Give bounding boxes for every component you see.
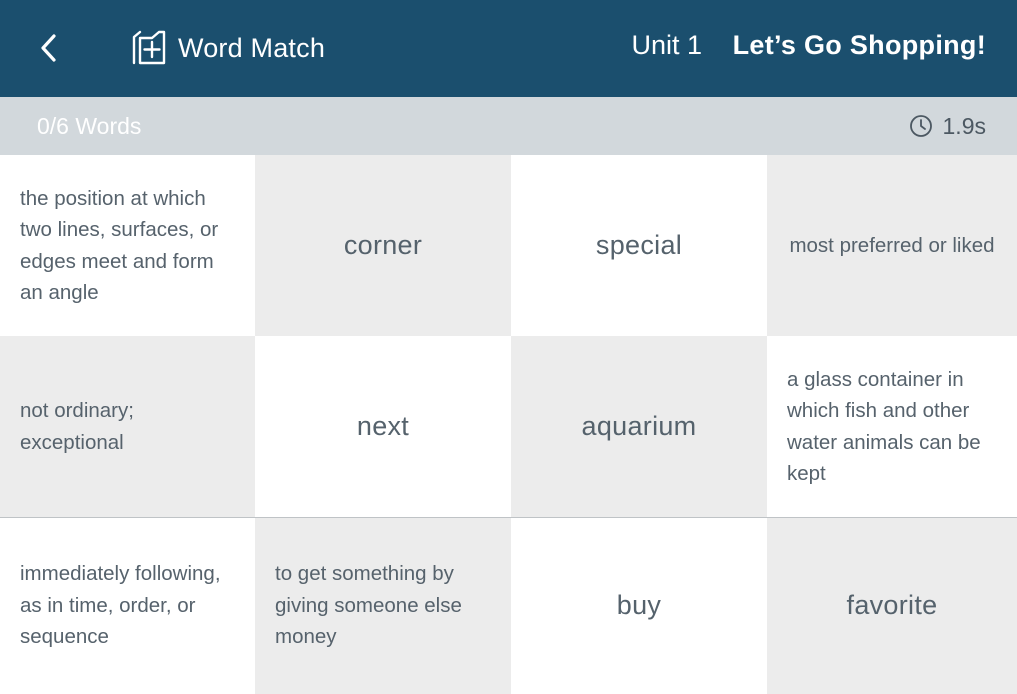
match-card-word[interactable]: buy	[511, 517, 767, 694]
timer-value: 1.9s	[942, 112, 986, 139]
card-text: to get something by giving someone else …	[275, 562, 462, 649]
match-card-word[interactable]: next	[255, 336, 511, 517]
card-text: the position at which two lines, surface…	[20, 186, 219, 305]
match-card-word[interactable]: special	[511, 155, 767, 336]
lesson-title: Let’s Go Shopping!	[732, 30, 986, 60]
match-card-word[interactable]: favorite	[767, 517, 1017, 694]
card-text: next	[356, 411, 410, 441]
timer: 1.9s	[909, 113, 986, 140]
unit-label: Unit 1	[631, 30, 702, 60]
app-title-group: Word Match	[130, 28, 325, 68]
card-text: immediately following, as in time, order…	[20, 562, 221, 649]
clock-icon	[909, 115, 932, 137]
card-text: a glass container in which fish and othe…	[787, 367, 981, 486]
match-card-definition[interactable]: to get something by giving someone else …	[255, 517, 511, 694]
card-text: special	[595, 230, 683, 260]
status-bar: 0/6 Words 1.9s	[0, 97, 1017, 155]
row-divider	[0, 517, 1017, 518]
card-text: buy	[616, 590, 662, 620]
match-card-definition[interactable]: immediately following, as in time, order…	[0, 517, 255, 694]
app-title: Word Match	[178, 32, 326, 63]
match-card-definition[interactable]: the position at which two lines, surface…	[0, 155, 255, 336]
match-grid: the position at which two lines, surface…	[0, 155, 1017, 694]
chevron-left-icon	[41, 34, 56, 62]
match-card-word[interactable]: corner	[255, 155, 511, 336]
card-text: not ordinary; exceptional	[20, 399, 134, 454]
app-header: Word Match Unit 1 Let’s Go Shopping!	[0, 0, 1017, 97]
card-text: corner	[343, 230, 423, 260]
back-button[interactable]	[34, 30, 64, 66]
card-text: favorite	[846, 590, 938, 620]
match-card-definition[interactable]: a glass container in which fish and othe…	[767, 336, 1017, 517]
match-card-definition[interactable]: most preferred or liked	[767, 155, 1017, 336]
progress-counter: 0/6 Words	[37, 112, 142, 139]
add-card-icon	[132, 30, 166, 65]
card-text: most preferred or liked	[789, 233, 995, 257]
match-card-word[interactable]: aquarium	[511, 336, 767, 517]
card-text: aquarium	[581, 411, 697, 441]
match-card-definition[interactable]: not ordinary; exceptional	[0, 336, 255, 517]
